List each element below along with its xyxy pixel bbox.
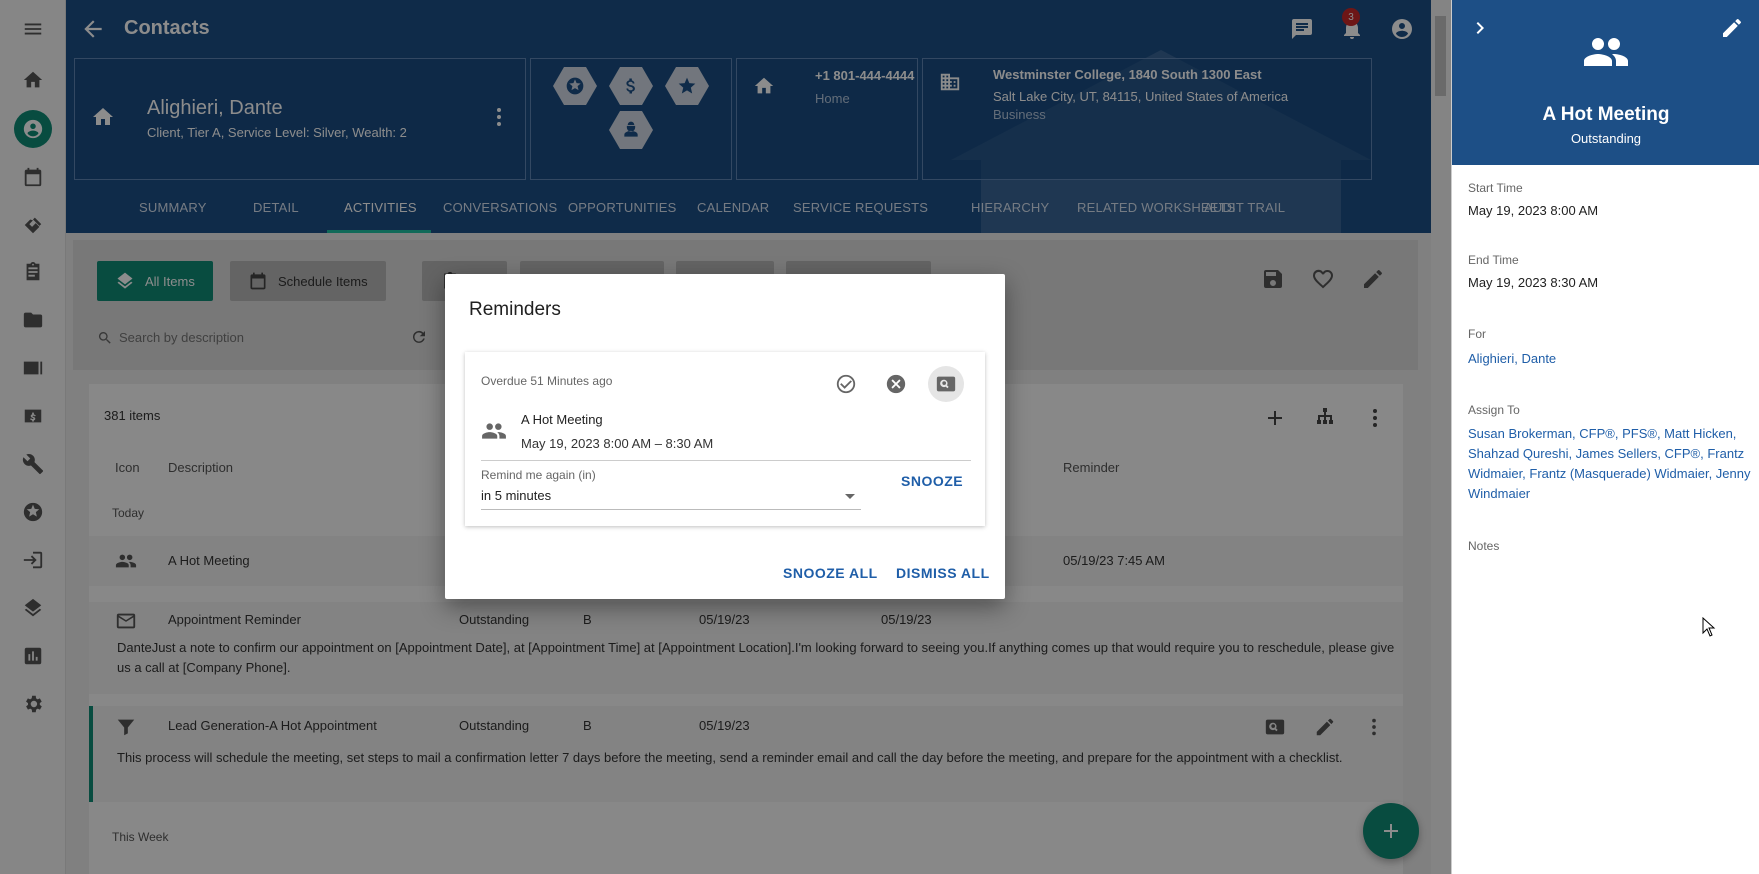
notes-label: Notes [1468,539,1500,553]
snooze-all-button[interactable]: SNOOZE ALL [783,565,878,581]
divider [481,460,971,461]
for-contact-link[interactable]: Alighieri, Dante [1468,349,1753,369]
group-meeting-icon [1578,28,1634,76]
assign-to-label: Assign To [1468,403,1520,417]
snooze-button[interactable]: SNOOZE [901,473,963,489]
group-meeting-icon [481,418,507,444]
dialog-title: Reminders [469,299,561,320]
reminder-event-time: May 19, 2023 8:00 AM – 8:30 AM [521,436,714,451]
remind-again-label: Remind me again (in) [481,468,596,482]
mouse-cursor-icon [1702,617,1716,637]
activity-detail-panel: A Hot Meeting Outstanding Start Time May… [1451,0,1759,874]
edit-pencil-icon[interactable] [1720,16,1744,40]
assign-to-link[interactable]: Susan Brokerman, CFP®, PFS®, Matt Hicken… [1468,424,1753,504]
overdue-text: Overdue 51 Minutes ago [481,374,613,388]
end-time-value: May 19, 2023 8:30 AM [1468,275,1599,290]
dismiss-x-icon[interactable] [878,366,914,402]
end-time-label: End Time [1468,253,1519,267]
preview-icon[interactable] [928,366,964,402]
for-label: For [1468,327,1486,341]
start-time-label: Start Time [1468,181,1523,195]
reminders-dialog: Reminders Overdue 51 Minutes ago A Hot M… [445,274,1005,599]
chevron-right-icon[interactable] [1468,16,1492,40]
detail-status: Outstanding [1570,131,1642,146]
complete-check-icon[interactable] [828,366,864,402]
dismiss-all-button[interactable]: DISMISS ALL [896,565,990,581]
reminder-event-name: A Hot Meeting [521,412,603,427]
remind-interval-select[interactable]: in 5 minutes [481,484,861,510]
dropdown-caret-icon [845,494,855,499]
detail-header: A Hot Meeting Outstanding [1452,0,1759,165]
remind-interval-value: in 5 minutes [481,488,552,503]
start-time-value: May 19, 2023 8:00 AM [1468,203,1599,218]
reminder-card: Overdue 51 Minutes ago A Hot Meeting May… [465,352,985,526]
detail-title: A Hot Meeting [1542,104,1670,125]
